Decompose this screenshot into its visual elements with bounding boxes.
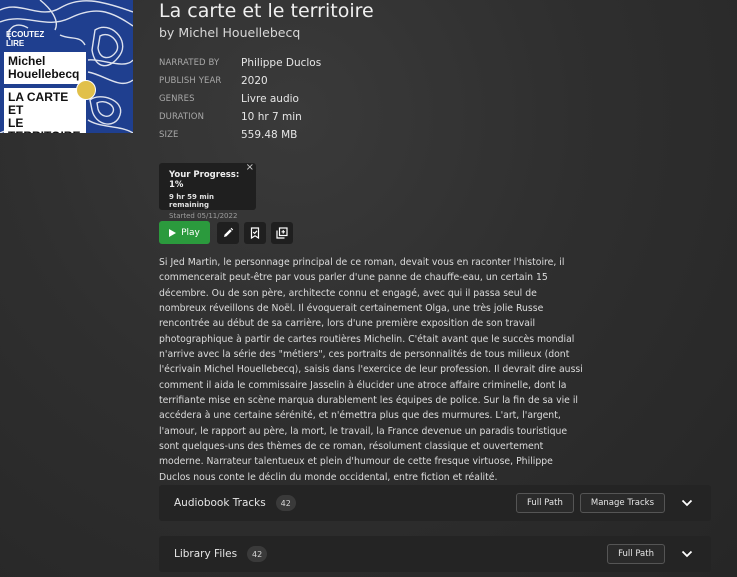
panel-title: Library Files bbox=[174, 548, 238, 560]
progress-started: Started 05/11/2022 bbox=[169, 212, 238, 220]
book-author-line: by Michel Houellebecq bbox=[159, 25, 300, 40]
mark-finished-button[interactable] bbox=[244, 221, 266, 244]
panel-buttons: Full Path Manage Tracks bbox=[510, 493, 711, 513]
meta-row-publish-year: PUBLISH YEAR 2020 bbox=[159, 72, 321, 90]
author-link[interactable]: Michel Houellebecq bbox=[178, 25, 300, 40]
chevron-down-icon bbox=[681, 499, 693, 507]
files-count-badge: 42 bbox=[247, 546, 268, 562]
chevron-down-icon bbox=[681, 550, 693, 558]
cover-author: Michel Houellebecq bbox=[4, 52, 86, 84]
play-button[interactable]: Play bbox=[159, 221, 210, 244]
full-path-button[interactable]: Full Path bbox=[607, 544, 665, 564]
play-icon bbox=[169, 228, 177, 237]
close-icon[interactable]: × bbox=[246, 162, 254, 173]
genre-link[interactable]: Livre audio bbox=[241, 93, 299, 105]
cover-seal-icon bbox=[76, 80, 96, 100]
panel-title: Audiobook Tracks bbox=[174, 497, 266, 509]
meta-row-genres: GENRES Livre audio bbox=[159, 90, 321, 108]
play-label: Play bbox=[181, 227, 200, 238]
meta-value: 559.48 MB bbox=[241, 129, 298, 141]
cover-title: LA CARTE ET LE TERRITOIRE bbox=[4, 88, 86, 133]
pencil-icon bbox=[224, 227, 234, 237]
by-label: by bbox=[159, 25, 175, 40]
book-metadata: NARRATED BY Philippe Duclos PUBLISH YEAR… bbox=[159, 54, 321, 144]
progress-remaining: 9 hr 59 min remaining bbox=[169, 193, 215, 209]
tracks-count-badge: 42 bbox=[275, 495, 296, 511]
meta-row-size: SIZE 559.48 MB bbox=[159, 126, 321, 144]
progress-percent: Your Progress: 1% bbox=[169, 170, 240, 190]
manage-tracks-button[interactable]: Manage Tracks bbox=[579, 493, 665, 513]
add-to-collection-button[interactable] bbox=[271, 221, 293, 244]
meta-label: PUBLISH YEAR bbox=[159, 76, 222, 86]
expand-tracks-toggle[interactable] bbox=[669, 493, 705, 513]
bookmark-check-icon bbox=[250, 226, 260, 239]
meta-label: NARRATED BY bbox=[159, 58, 220, 68]
collection-icon bbox=[276, 226, 288, 239]
action-bar: Play bbox=[159, 221, 293, 244]
panel-buttons: Full Path bbox=[601, 544, 711, 564]
book-cover: ÉCOUTEZ LIRE Michel Houellebecq LA CARTE… bbox=[0, 0, 133, 133]
book-title: La carte et le territoire bbox=[159, 0, 374, 22]
meta-row-duration: DURATION 10 hr 7 min bbox=[159, 108, 321, 126]
cover-publisher-badge: ÉCOUTEZ LIRE bbox=[6, 30, 45, 48]
meta-label: GENRES bbox=[159, 94, 195, 104]
book-description: Si Jed Martin, le personnage principal d… bbox=[159, 257, 583, 483]
full-path-button[interactable]: Full Path bbox=[515, 493, 574, 513]
edit-button[interactable] bbox=[217, 221, 239, 244]
narrator-link[interactable]: Philippe Duclos bbox=[241, 57, 321, 69]
library-files-panel[interactable]: Library Files 42 Full Path bbox=[159, 536, 711, 572]
meta-label: DURATION bbox=[159, 112, 205, 122]
audiobook-tracks-panel[interactable]: Audiobook Tracks 42 Full Path Manage Tra… bbox=[159, 485, 711, 521]
meta-value: 2020 bbox=[241, 75, 268, 87]
meta-value: 10 hr 7 min bbox=[241, 111, 302, 123]
progress-card: Your Progress: 1% 9 hr 59 min remaining … bbox=[159, 162, 256, 220]
meta-label: SIZE bbox=[159, 130, 179, 140]
expand-files-toggle[interactable] bbox=[669, 544, 705, 564]
meta-row-narrator: NARRATED BY Philippe Duclos bbox=[159, 54, 321, 72]
